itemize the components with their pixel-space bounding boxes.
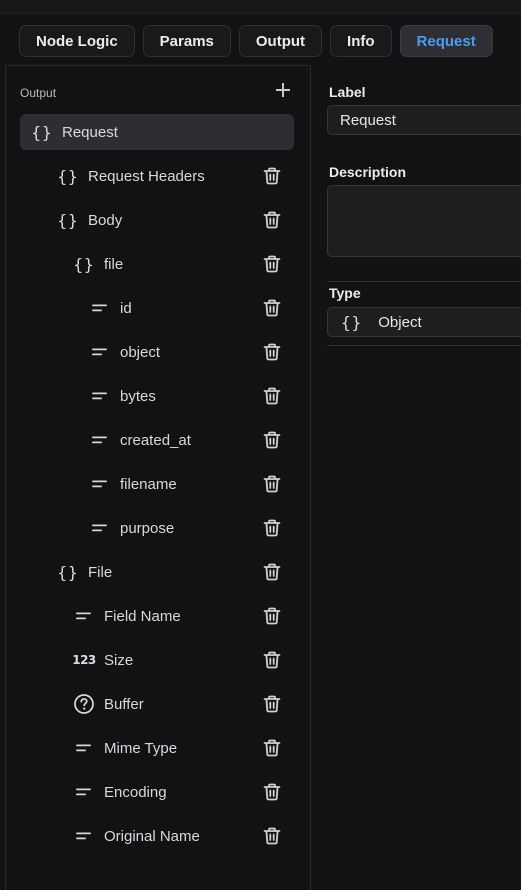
output-tree-row-label: Size [104, 651, 134, 669]
output-tree-row[interactable]: id [20, 290, 294, 326]
output-tree-row[interactable]: {} Body [20, 202, 294, 238]
delete-trash-icon[interactable] [262, 342, 282, 362]
number-icon: 123 [72, 653, 96, 667]
output-tree-row[interactable]: filename [20, 466, 294, 502]
delete-trash-icon[interactable] [262, 298, 282, 318]
delete-trash-icon[interactable] [262, 254, 282, 274]
output-tree-row[interactable]: Mime Type [20, 730, 294, 766]
output-tree-row-label: Encoding [104, 783, 167, 801]
text-lines-icon [88, 472, 112, 496]
delete-trash-icon[interactable] [262, 166, 282, 186]
delete-trash-icon[interactable] [262, 562, 282, 582]
tab-output[interactable]: Output [238, 25, 323, 57]
output-tree-row-label: Body [88, 211, 123, 229]
delete-trash-icon[interactable] [262, 738, 282, 758]
text-lines-icon [72, 604, 96, 628]
output-tree-row-label: Request Headers [88, 167, 205, 185]
output-tree-row-label: filename [120, 475, 177, 493]
text-lines-icon [88, 428, 112, 452]
text-lines-icon [88, 340, 112, 364]
section-divider [327, 281, 521, 282]
delete-trash-icon[interactable] [262, 782, 282, 802]
output-tree-row-label: Field Name [104, 607, 181, 625]
tab-request[interactable]: Request [399, 25, 493, 57]
output-section-label: Output [20, 86, 57, 100]
delete-trash-icon[interactable] [262, 518, 282, 538]
output-tree-row[interactable]: object [20, 334, 294, 370]
output-tree-row-label: Original Name [104, 827, 200, 845]
output-tree-row-label: object [120, 343, 161, 361]
tab-params[interactable]: Params [142, 25, 231, 57]
output-tree-row[interactable]: {} File [20, 554, 294, 590]
question-circle-icon [72, 692, 96, 716]
object-braces-icon: {} [341, 312, 363, 332]
tab-bar: Node Logic Params Output Info Request [19, 25, 493, 57]
text-lines-icon [88, 384, 112, 408]
app-window: Node Logic Params Output Info Request Ou… [0, 0, 521, 890]
output-tree-row-label: bytes [120, 387, 156, 405]
text-lines-icon [72, 736, 96, 760]
output-tree-panel: Output {} Request{} Request Headers{} Body{… [5, 65, 311, 890]
output-tree-row[interactable]: {} Request [20, 114, 294, 150]
output-tree-row[interactable]: Field Name [20, 598, 294, 634]
output-tree-row-label: id [120, 299, 132, 317]
top-strip [0, 0, 521, 14]
output-tree-row-label: File [88, 563, 113, 581]
delete-trash-icon[interactable] [262, 386, 282, 406]
tab-node-logic[interactable]: Node Logic [19, 25, 135, 57]
output-tree-row-label: created_at [120, 431, 191, 449]
tab-info[interactable]: Info [330, 25, 392, 57]
output-tree-row-label: Request [62, 123, 118, 141]
type-select-value: Object [378, 313, 422, 331]
output-tree-row[interactable]: created_at [20, 422, 294, 458]
delete-trash-icon[interactable] [262, 430, 282, 450]
text-lines-icon [88, 516, 112, 540]
output-tree-row[interactable]: {} Request Headers [20, 158, 294, 194]
object-braces-icon: {} [57, 562, 79, 582]
output-tree-row[interactable]: bytes [20, 378, 294, 414]
output-tree-row[interactable]: purpose [20, 510, 294, 546]
text-lines-icon [72, 780, 96, 804]
description-textarea[interactable] [327, 185, 521, 257]
delete-trash-icon[interactable] [262, 826, 282, 846]
details-panel: Label Request Description Type {} Object [311, 65, 521, 890]
delete-trash-icon[interactable] [262, 474, 282, 494]
delete-trash-icon[interactable] [262, 694, 282, 714]
type-field-title: Type [329, 285, 361, 301]
object-braces-icon: {} [57, 210, 79, 230]
label-field-title: Label [329, 84, 366, 100]
output-tree-row[interactable]: Original Name [20, 818, 294, 854]
output-tree-row[interactable]: Encoding [20, 774, 294, 810]
text-lines-icon [72, 824, 96, 848]
label-input[interactable]: Request [327, 105, 521, 135]
output-tree-row[interactable]: 123 Size [20, 642, 294, 678]
output-tree-row-label: file [104, 255, 124, 273]
output-tree-row-label: Buffer [104, 695, 144, 713]
object-braces-icon: {} [31, 122, 53, 142]
delete-trash-icon[interactable] [262, 210, 282, 230]
description-field-title: Description [329, 164, 407, 180]
object-braces-icon: {} [57, 166, 79, 186]
output-tree-row[interactable]: Buffer [20, 686, 294, 722]
object-braces-icon: {} [73, 254, 95, 274]
text-lines-icon [88, 296, 112, 320]
delete-trash-icon[interactable] [262, 650, 282, 670]
section-divider-bottom [327, 345, 521, 346]
delete-trash-icon[interactable] [262, 606, 282, 626]
output-tree-row-label: Mime Type [104, 739, 178, 757]
output-tree-row[interactable]: {} file [20, 246, 294, 282]
output-tree-row-label: purpose [120, 519, 175, 537]
type-select[interactable]: {} Object [327, 307, 521, 337]
add-output-plus-icon[interactable] [275, 82, 291, 98]
